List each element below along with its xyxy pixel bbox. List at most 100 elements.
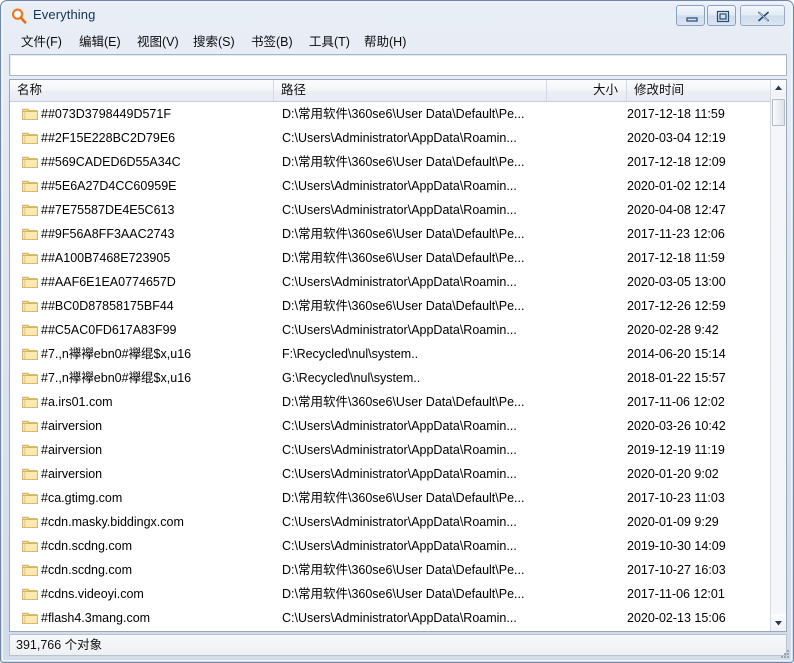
column-header-path[interactable]: 路径 — [274, 80, 547, 101]
cell-size — [547, 630, 619, 631]
window-title: Everything — [33, 7, 96, 22]
cell-date: 2017-12-18 11:59 — [627, 107, 725, 121]
cell-date: 2020-02-28 9:42 — [627, 323, 719, 337]
table-row[interactable]: ##A100B7468E723905 D:\常用软件\360se6\User Da… — [10, 246, 771, 270]
cell-date: 2017-11-23 12:06 — [627, 227, 725, 241]
cell-date: 2017-11-06 12:01 — [627, 587, 725, 601]
maximize-button[interactable] — [707, 5, 736, 26]
column-header-name[interactable]: 名称 — [10, 80, 274, 101]
column-header-date[interactable]: 修改时间 — [627, 80, 786, 101]
search-input[interactable] — [13, 57, 787, 76]
vertical-scrollbar[interactable] — [770, 80, 786, 631]
table-row[interactable]: #cdn.scdng.com D:\常用软件\360se6\User Data\D… — [10, 558, 771, 582]
table-row[interactable]: ##AAF6E1EA0774657D C:\Users\Administrator… — [10, 270, 771, 294]
results-list[interactable]: 名称 路径 大小 修改时间 ##073D3798449D571F D:\常用软件\360… — [9, 79, 787, 632]
cell-name: #airversion — [41, 419, 103, 433]
menu-item-0[interactable]: 文件(F) — [16, 33, 67, 52]
folder-icon — [22, 443, 38, 457]
menu-bar: 文件(F) 编辑(E) 视图(V) 搜索(S) 书签(B) 工具(T) 帮助(H) — [8, 32, 788, 53]
cell-date: 2014-06-20 15:14 — [627, 347, 726, 361]
cell-name: ##569CADED6D55A34C — [41, 155, 181, 169]
cell-path: C:\Users\Administrator\AppData\Roamin... — [282, 275, 517, 289]
table-row[interactable]: #flash4.3mang.com C:\Users\Administrator\… — [10, 606, 771, 630]
cell-date: 2020-02-13 15:06 — [627, 611, 726, 625]
folder-icon — [22, 203, 38, 217]
column-header-row: 名称 路径 大小 修改时间 — [10, 80, 786, 102]
table-row[interactable]: #7.,n襷襷ebn0#襷绲$x,u16 G:\Recycled\nul\syst… — [10, 366, 771, 390]
table-row[interactable]: #airversion C:\Users\Administrator\AppDat… — [10, 414, 771, 438]
menu-item-1[interactable]: 编辑(E) — [74, 33, 126, 52]
cell-name: #cdn.scdng.com — [41, 539, 133, 553]
column-header-size[interactable]: 大小 — [547, 80, 627, 101]
table-row[interactable]: ##BC0D87858175BF44 D:\常用软件\360se6\User Da… — [10, 294, 771, 318]
resize-grip[interactable] — [778, 648, 791, 661]
folder-icon — [22, 395, 38, 409]
cell-path: C:\Users\Administrator\AppData\Roamin... — [282, 419, 517, 433]
table-row[interactable]: ##5E6A27D4CC60959E C:\Users\Administrator… — [10, 174, 771, 198]
cell-date: 2017-11-06 12:02 — [627, 395, 725, 409]
cell-name: #a.irs01.com — [41, 395, 113, 409]
folder-icon — [22, 107, 38, 121]
folder-icon — [22, 419, 38, 433]
cell-size — [547, 126, 619, 150]
table-row[interactable]: #cdn.scdng.com C:\Users\Administrator\App… — [10, 534, 771, 558]
cell-name: ##C5AC0FD617A83F99 — [41, 323, 177, 337]
cell-name: ##7E75587DE4E5C613 — [41, 203, 175, 217]
table-row[interactable]: ##2F15E228BC2D79E6 C:\Users\Administrator… — [10, 126, 771, 150]
table-row[interactable]: #g.alicdn.com D:\常用软件\360se6\User Data\De… — [10, 630, 771, 631]
menu-item-3[interactable]: 搜索(S) — [188, 33, 240, 52]
menu-item-4[interactable]: 书签(B) — [246, 33, 298, 52]
cell-size — [547, 102, 619, 126]
folder-icon — [22, 227, 38, 241]
cell-size — [547, 438, 619, 462]
table-row[interactable]: #a.irs01.com D:\常用软件\360se6\User Data\Def… — [10, 390, 771, 414]
cell-size — [547, 294, 619, 318]
folder-icon — [22, 491, 38, 505]
table-row[interactable]: #cdn.masky.biddingx.com C:\Users\Administ… — [10, 510, 771, 534]
table-row[interactable]: #cdns.videoyi.com D:\常用软件\360se6\User Dat… — [10, 582, 771, 606]
cell-path: D:\常用软件\360se6\User Data\Default\Pe... — [282, 630, 547, 631]
table-row[interactable]: #7.,n襷襷ebn0#襷绲$x,u16 F:\Recycled\nul\syst… — [10, 342, 771, 366]
cell-path: D:\常用软件\360se6\User Data\Default\Pe... — [282, 251, 525, 265]
cell-date: 2020-01-02 12:14 — [627, 179, 726, 193]
cell-size — [547, 222, 619, 246]
table-row[interactable]: ##569CADED6D55A34C D:\常用软件\360se6\User Da… — [10, 150, 771, 174]
cell-size — [547, 414, 619, 438]
table-row[interactable]: ##C5AC0FD617A83F99 C:\Users\Administrator… — [10, 318, 771, 342]
scrollbar-thumb[interactable] — [772, 99, 785, 126]
results-rows[interactable]: ##073D3798449D571F D:\常用软件\360se6\User Da… — [10, 102, 771, 631]
menu-item-5[interactable]: 工具(T) — [304, 33, 355, 52]
cell-size — [547, 582, 619, 606]
search-box[interactable] — [9, 54, 787, 76]
close-button[interactable] — [740, 5, 785, 26]
folder-icon — [22, 299, 38, 313]
cell-path: D:\常用软件\360se6\User Data\Default\Pe... — [282, 155, 525, 169]
table-row[interactable]: ##7E75587DE4E5C613 C:\Users\Administrator… — [10, 198, 771, 222]
folder-icon — [22, 179, 38, 193]
menu-item-2[interactable]: 视图(V) — [132, 33, 184, 52]
cell-size — [547, 606, 619, 630]
scroll-up-arrow-icon[interactable] — [771, 80, 786, 97]
cell-date: 2020-03-05 13:00 — [627, 275, 726, 289]
folder-icon — [22, 611, 38, 625]
cell-name: ##AAF6E1EA0774657D — [41, 275, 176, 289]
cell-date: 2017-11-27 12:02 — [627, 630, 771, 631]
cell-path: C:\Users\Administrator\AppData\Roamin... — [282, 611, 517, 625]
cell-path: C:\Users\Administrator\AppData\Roamin... — [282, 131, 517, 145]
table-row[interactable]: #airversion C:\Users\Administrator\AppDat… — [10, 438, 771, 462]
minimize-button[interactable] — [676, 5, 705, 26]
cell-path: C:\Users\Administrator\AppData\Roamin... — [282, 467, 517, 481]
scroll-down-arrow-icon[interactable] — [771, 614, 786, 631]
cell-date: 2020-01-20 9:02 — [627, 467, 719, 481]
folder-icon — [22, 275, 38, 289]
cell-name: #cdns.videoyi.com — [41, 587, 144, 601]
table-row[interactable]: ##9F56A8FF3AAC2743 D:\常用软件\360se6\User Da… — [10, 222, 771, 246]
menu-item-6[interactable]: 帮助(H) — [359, 33, 411, 52]
table-row[interactable]: #ca.gtimg.com D:\常用软件\360se6\User Data\De… — [10, 486, 771, 510]
table-row[interactable]: ##073D3798449D571F D:\常用软件\360se6\User Da… — [10, 102, 771, 126]
table-row[interactable]: #airversion C:\Users\Administrator\AppDat… — [10, 462, 771, 486]
folder-icon — [22, 515, 38, 529]
cell-name: #flash4.3mang.com — [41, 611, 151, 625]
title-bar[interactable]: Everything — [1, 1, 794, 31]
cell-name: #g.alicdn.com — [41, 630, 276, 631]
